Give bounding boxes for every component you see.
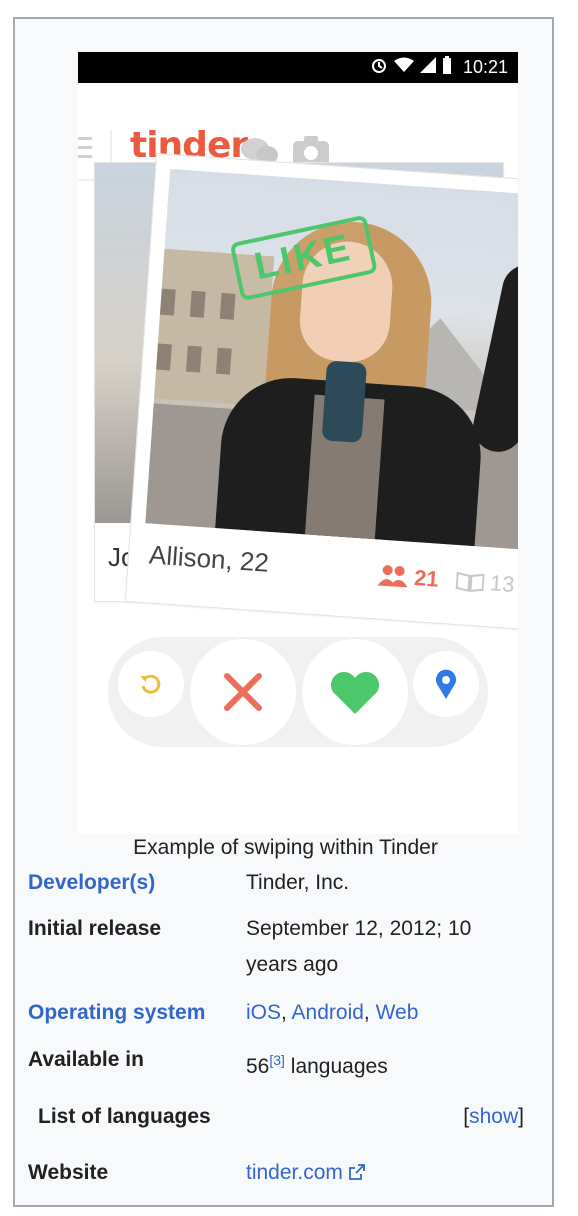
os-separator: ,: [281, 1001, 292, 1024]
website-link[interactable]: tinder.com: [246, 1161, 343, 1184]
languages-toggle: [show]: [463, 1099, 524, 1135]
wifi-icon: [394, 57, 414, 72]
available-in-label: Available in: [28, 1048, 144, 1071]
alarm-icon: [372, 59, 386, 73]
book-icon: [455, 571, 485, 593]
status-bar: 10:21: [78, 52, 518, 83]
initial-release-value: September 12, 2012; 10 years ago: [246, 911, 536, 983]
shared-friends-count: 21: [413, 565, 440, 592]
website-label: Website: [28, 1161, 109, 1184]
profile-photo: LIKE: [145, 168, 518, 551]
status-icons: [370, 56, 452, 74]
bracket-close: ]: [518, 1105, 524, 1128]
initial-release-line1: September 12, 2012; 10: [246, 917, 472, 940]
initial-release-line2: years ago: [246, 953, 339, 976]
initial-release-label: Initial release: [28, 917, 162, 940]
os-value: iOS, Android, Web: [246, 995, 536, 1031]
hamburger-icon[interactable]: [78, 137, 92, 164]
website-value: tinder.com: [246, 1155, 536, 1191]
developer-label[interactable]: Developer(s): [28, 865, 155, 901]
languages-list-label: List of languages: [38, 1105, 211, 1128]
front-profile-card[interactable]: LIKE Allison, 22 21 13: [124, 152, 518, 632]
heart-icon: [330, 671, 380, 714]
os-separator: ,: [363, 1001, 376, 1024]
like-button[interactable]: [302, 639, 408, 745]
photo-scarf: [321, 360, 368, 443]
os-label[interactable]: Operating system: [28, 995, 205, 1031]
rewind-button[interactable]: [118, 651, 184, 717]
header-divider: [110, 130, 112, 166]
external-link-icon: [348, 1164, 365, 1180]
status-time: 10:21: [462, 57, 508, 77]
shared-interests-count: 13: [489, 570, 516, 597]
profile-name: Allison, 22: [148, 539, 270, 578]
developer-value: Tinder, Inc.: [246, 871, 350, 894]
nope-x-icon: [224, 673, 262, 711]
tinder-screenshot: 10:21 tinder Jo LIKE Allison, 22 21 13: [78, 52, 518, 834]
languages-suffix: languages: [284, 1055, 388, 1078]
android-link[interactable]: Android: [292, 1001, 364, 1024]
available-in-value: 56[3] languages: [246, 1042, 536, 1085]
friends-icon: [377, 565, 408, 588]
infobox: 10:21 tinder Jo LIKE Allison, 22 21 13 E…: [13, 17, 554, 1207]
rewind-icon: [140, 674, 161, 694]
reference-link[interactable]: [3]: [269, 1052, 285, 1068]
nope-button[interactable]: [190, 639, 296, 745]
battery-icon: [443, 56, 451, 74]
location-button[interactable]: [413, 651, 479, 717]
language-count: 56: [246, 1055, 270, 1078]
location-pin-icon: [436, 669, 456, 699]
web-link[interactable]: Web: [376, 1001, 419, 1024]
signal-icon: [420, 57, 436, 73]
show-languages-link[interactable]: show: [469, 1105, 518, 1128]
ios-link[interactable]: iOS: [246, 1001, 281, 1024]
image-caption: Example of swiping within Tinder: [133, 836, 438, 859]
